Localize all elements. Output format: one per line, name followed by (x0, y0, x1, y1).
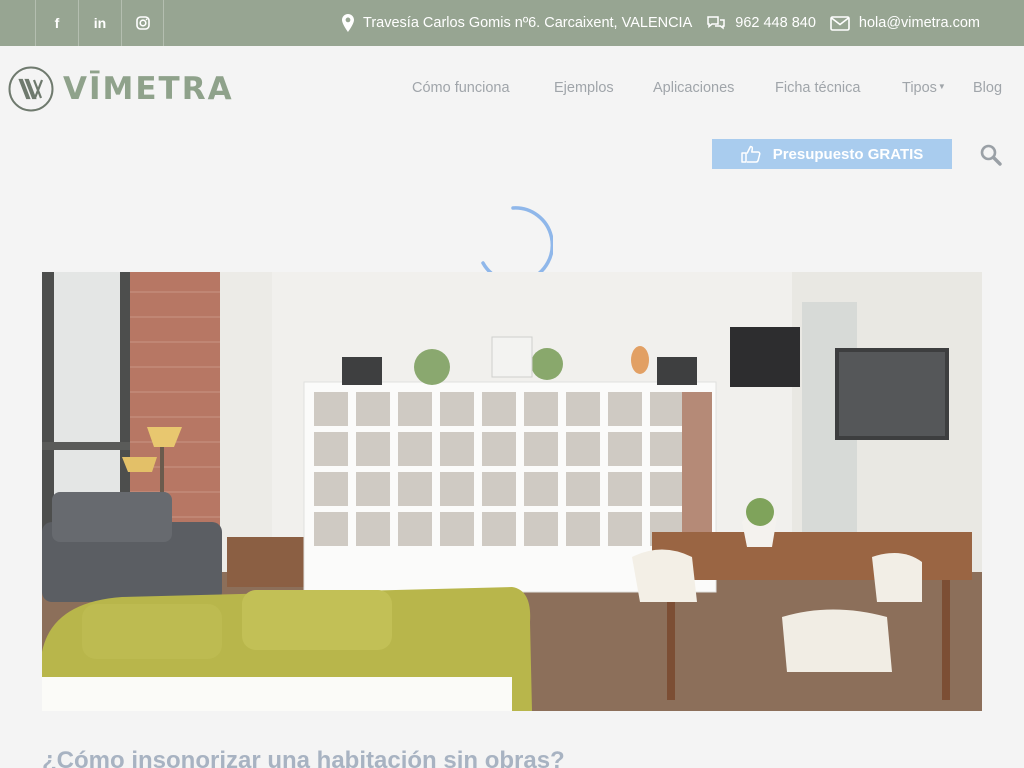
map-pin-icon (342, 14, 355, 32)
living-room-photo (42, 272, 982, 711)
nav-tipos-label: Tipos (902, 80, 937, 96)
nav-blog[interactable]: Blog (973, 80, 1002, 96)
facebook-icon: f (54, 15, 60, 31)
article-title: ¿Cómo insonorizar una habitación sin obr… (42, 747, 565, 768)
search-icon[interactable] (980, 144, 1002, 166)
nav-ejemplos[interactable]: Ejemplos (554, 80, 614, 96)
facebook-link[interactable]: f (35, 0, 78, 46)
envelope-icon (830, 15, 850, 31)
contact-info: Travesía Carlos Gomis nº6. Carcaixent, V… (328, 0, 980, 46)
logo-mark-icon (8, 66, 54, 112)
chat-icon (707, 16, 726, 30)
email[interactable]: hola@vimetra.com (830, 15, 980, 31)
nav-ficha-tecnica[interactable]: Ficha técnica (775, 80, 860, 96)
presupuesto-button[interactable]: Presupuesto GRATIS (712, 139, 952, 169)
nav-como-funciona[interactable]: Cómo funciona (412, 80, 510, 96)
instagram-link[interactable] (121, 0, 164, 46)
caret-down-icon: ▼ (937, 82, 946, 91)
presupuesto-label: Presupuesto GRATIS (772, 145, 924, 163)
phone-text: 962 448 840 (735, 15, 816, 31)
linkedin-link[interactable]: in (78, 0, 121, 46)
address-text: Travesía Carlos Gomis nº6. Carcaixent, V… (363, 15, 693, 31)
nav-tipos[interactable]: Tipos▼ (902, 80, 946, 96)
hero-image (42, 272, 982, 711)
social-links: f in (35, 0, 164, 46)
site-logo[interactable]: VĪMETRA (8, 66, 234, 112)
instagram-icon (135, 16, 150, 30)
brand-name: VĪMETRA (63, 71, 234, 107)
thumbs-up-icon (740, 145, 761, 163)
address: Travesía Carlos Gomis nº6. Carcaixent, V… (342, 14, 692, 32)
email-text: hola@vimetra.com (858, 15, 980, 31)
top-bar: f in Travesía Carlos Gomis nº6. Carcaixe… (0, 0, 1024, 46)
linkedin-icon: in (93, 15, 107, 31)
nav-aplicaciones[interactable]: Aplicaciones (653, 80, 734, 96)
phone[interactable]: 962 448 840 (706, 15, 816, 31)
